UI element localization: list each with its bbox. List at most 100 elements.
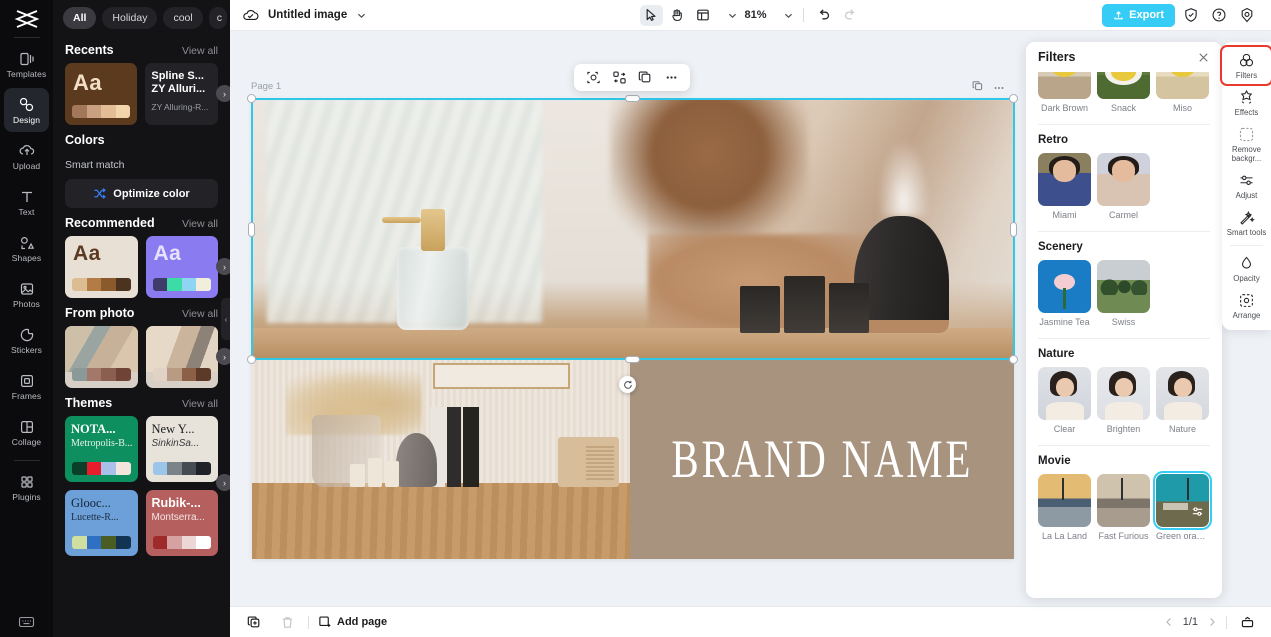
close-icon[interactable] bbox=[1197, 51, 1210, 64]
hand-tool-button[interactable] bbox=[665, 5, 688, 26]
sidebar-item-photos[interactable]: Photos bbox=[4, 272, 49, 316]
sidebar-item-text[interactable]: Text bbox=[4, 180, 49, 224]
themes-view-all[interactable]: View all bbox=[182, 398, 218, 410]
filter-item[interactable]: Carmel bbox=[1097, 153, 1150, 220]
rail-divider bbox=[13, 37, 40, 38]
undo-button[interactable] bbox=[813, 5, 836, 26]
add-page-button[interactable]: Add page bbox=[318, 615, 387, 629]
filter-item[interactable]: Miso bbox=[1156, 72, 1209, 113]
recent-card-1[interactable]: Aa bbox=[65, 63, 138, 125]
duplicate-page-icon[interactable] bbox=[242, 610, 266, 634]
chevron-right-icon[interactable] bbox=[1206, 616, 1218, 628]
resize-handle-bottom[interactable] bbox=[625, 356, 640, 363]
recommended-card-2[interactable]: Aa bbox=[145, 236, 218, 298]
sidebar-item-plugins[interactable]: Plugins bbox=[4, 465, 49, 509]
duplicate-icon[interactable] bbox=[972, 80, 984, 92]
trash-icon[interactable] bbox=[275, 610, 299, 634]
help-icon[interactable] bbox=[1207, 3, 1231, 27]
sidebar-item-upload[interactable]: Upload bbox=[4, 134, 49, 178]
more-icon[interactable] bbox=[993, 82, 1005, 94]
theme-card-4[interactable]: Rubik-... Montserra... bbox=[145, 490, 218, 556]
recommended-view-all[interactable]: View all bbox=[182, 218, 218, 230]
zoom-chevron-down-icon[interactable] bbox=[783, 10, 794, 21]
brand-name-text: BRAND NAME bbox=[671, 429, 973, 489]
filter-item[interactable]: Jasmine Tea bbox=[1038, 260, 1091, 327]
chip-cool[interactable]: cool bbox=[163, 7, 203, 29]
tool-effects[interactable]: Effects bbox=[1222, 84, 1271, 121]
sidebar-item-collage[interactable]: Collage bbox=[4, 410, 49, 454]
filter-item[interactable]: Brighten bbox=[1097, 367, 1150, 434]
resize-handle-top-right[interactable] bbox=[1009, 94, 1018, 103]
from-photo-view-all[interactable]: View all bbox=[182, 308, 218, 320]
recent-card-2[interactable]: Spline S... ZY Alluri... ZY Alluring-R..… bbox=[145, 63, 218, 125]
more-icon[interactable] bbox=[661, 68, 681, 88]
crop-icon[interactable] bbox=[583, 68, 603, 88]
layout-chevron-down-icon[interactable] bbox=[726, 10, 737, 21]
export-icon bbox=[1113, 10, 1124, 21]
recents-view-all[interactable]: View all bbox=[182, 45, 218, 57]
theme-card-3[interactable]: Glooc... Lucette-R... bbox=[65, 490, 138, 556]
filter-item[interactable]: La La Land bbox=[1038, 474, 1091, 541]
tool-opacity[interactable]: Opacity bbox=[1222, 250, 1271, 287]
canvas-image-top[interactable] bbox=[252, 99, 1014, 359]
sidebar-item-shapes[interactable]: Shapes bbox=[4, 226, 49, 270]
resize-handle-bottom-right[interactable] bbox=[1009, 355, 1018, 364]
tool-smart-tools[interactable]: Smart tools bbox=[1222, 204, 1271, 241]
sidebar-item-design[interactable]: Design bbox=[4, 88, 49, 132]
cursor-tool-button[interactable] bbox=[639, 4, 663, 26]
canvas-image-bottom-left[interactable] bbox=[252, 359, 630, 559]
duplicate-icon[interactable] bbox=[635, 68, 655, 88]
tool-remove-background[interactable]: Remove backgr... bbox=[1222, 121, 1271, 167]
filter-item[interactable]: Clear bbox=[1038, 367, 1091, 434]
tool-arrange[interactable]: Arrange bbox=[1222, 287, 1271, 324]
filter-item[interactable]: Nature bbox=[1156, 367, 1209, 434]
filter-item[interactable]: Fast Furious bbox=[1097, 474, 1150, 541]
filter-item-selected[interactable]: Green oran... bbox=[1153, 471, 1212, 541]
recommended-card-1[interactable]: Aa bbox=[65, 236, 138, 298]
keyboard-shortcuts-button[interactable] bbox=[0, 615, 53, 629]
sidebar-item-templates[interactable]: Templates bbox=[4, 42, 49, 86]
panel-collapse-button[interactable]: ‹ bbox=[221, 298, 230, 340]
optimize-color-button[interactable]: Optimize color bbox=[65, 179, 218, 208]
rotate-handle[interactable] bbox=[619, 376, 636, 393]
resize-handle-top[interactable] bbox=[625, 95, 640, 102]
filter-item[interactable]: Miami bbox=[1038, 153, 1091, 220]
capcut-logo[interactable] bbox=[12, 7, 42, 31]
shield-check-icon[interactable] bbox=[1179, 3, 1203, 27]
from-photo-card-1[interactable] bbox=[65, 326, 138, 388]
timeline-icon[interactable] bbox=[1235, 610, 1259, 634]
recommended-next-button[interactable]: › bbox=[216, 258, 230, 275]
chevron-down-icon[interactable] bbox=[356, 10, 367, 21]
themes-next-button[interactable]: › bbox=[216, 474, 230, 491]
theme-card-2[interactable]: New Y... SinkinSa... bbox=[145, 416, 218, 482]
filter-item[interactable]: Dark Brown bbox=[1038, 72, 1091, 113]
resize-handle-bottom-left[interactable] bbox=[247, 355, 256, 364]
design-document[interactable]: BRAND NAME bbox=[252, 99, 1014, 559]
redo-button[interactable] bbox=[839, 5, 862, 26]
sidebar-item-stickers[interactable]: Stickers bbox=[4, 318, 49, 362]
brand-name-block[interactable]: BRAND NAME bbox=[630, 359, 1014, 559]
resize-handle-left[interactable] bbox=[248, 222, 255, 237]
resize-handle-right[interactable] bbox=[1010, 222, 1017, 237]
recents-next-button[interactable]: › bbox=[216, 85, 230, 102]
sidebar-item-frames[interactable]: Frames bbox=[4, 364, 49, 408]
from-photo-next-button[interactable]: › bbox=[216, 348, 230, 365]
chevron-left-icon[interactable] bbox=[1163, 616, 1175, 628]
theme-card-1[interactable]: NOTA... Metropolis-B... bbox=[65, 416, 138, 482]
filter-item[interactable]: Swiss bbox=[1097, 260, 1150, 327]
chip-holiday[interactable]: Holiday bbox=[102, 7, 158, 29]
document-title[interactable]: Untitled image bbox=[268, 9, 347, 21]
tool-filters[interactable]: Filters bbox=[1220, 45, 1271, 86]
filters-list[interactable]: Dark Brown Snack Miso Retro Miami Carmel… bbox=[1026, 72, 1222, 598]
tool-adjust[interactable]: Adjust bbox=[1222, 167, 1271, 204]
from-photo-card-2[interactable] bbox=[145, 326, 218, 388]
settings-icon[interactable] bbox=[1235, 3, 1259, 27]
chip-all[interactable]: All bbox=[63, 7, 97, 29]
replace-icon[interactable] bbox=[609, 68, 629, 88]
chip-partial[interactable]: c bbox=[208, 7, 227, 29]
layout-tool-button[interactable] bbox=[691, 5, 714, 26]
export-button[interactable]: Export bbox=[1102, 3, 1175, 27]
filter-item[interactable]: Snack bbox=[1097, 72, 1150, 113]
zoom-level[interactable]: 81% bbox=[740, 9, 770, 21]
resize-handle-top-left[interactable] bbox=[247, 94, 256, 103]
